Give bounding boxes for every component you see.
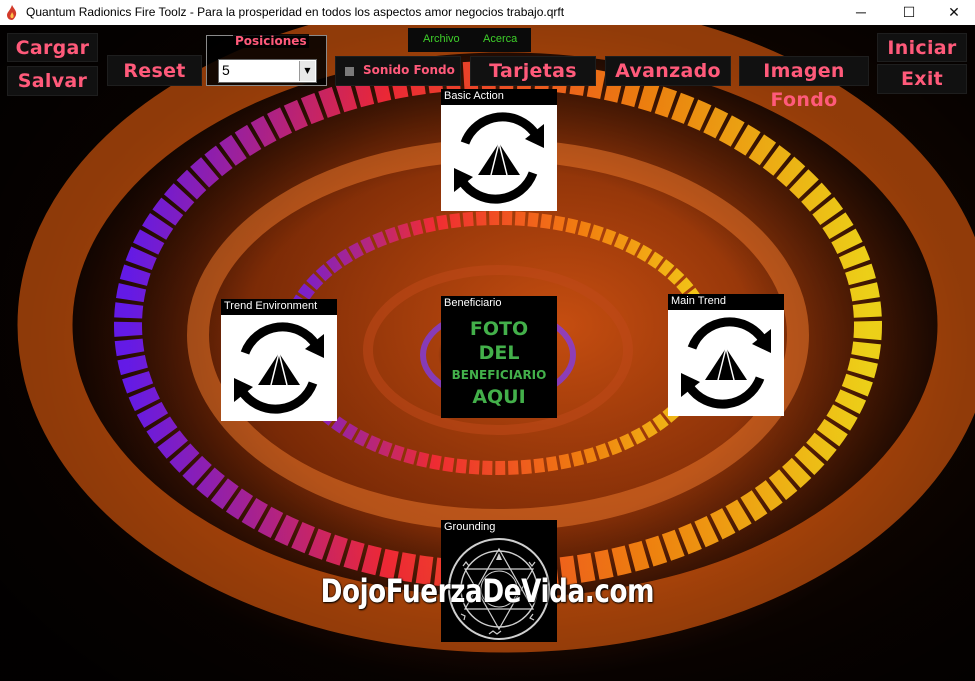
salvar-button[interactable]: Salvar xyxy=(7,66,98,96)
panel-main-trend[interactable]: Main Trend xyxy=(668,294,784,416)
watermark-label: DojoFuerzaDeVida.com xyxy=(320,572,655,610)
window-title: Quantum Radionics Fire Toolz - Para la p… xyxy=(26,5,565,19)
avanzado-button[interactable]: Avanzado xyxy=(605,56,731,86)
beneficiary-photo-placeholder[interactable]: FOTO DEL BENEFICIARIO AQUI xyxy=(441,312,557,418)
cycle-pyramid-icon[interactable] xyxy=(441,105,557,211)
app-flame-icon xyxy=(7,5,17,20)
menu-bar: Archivo Acerca xyxy=(408,28,531,52)
photo-text-line4: AQUI xyxy=(472,386,526,408)
menu-archivo[interactable]: Archivo xyxy=(423,33,460,45)
close-button[interactable]: ✕ xyxy=(931,0,975,25)
panel-basic-action[interactable]: Basic Action xyxy=(441,89,557,211)
panel-trend-environment[interactable]: Trend Environment xyxy=(221,299,337,421)
posiciones-group: Posiciones 5 ▼ xyxy=(206,34,327,86)
maximize-button[interactable]: ☐ xyxy=(886,0,932,25)
watermark-text: DojoFuerzaDeVida.com xyxy=(0,572,975,610)
photo-text-line3: BENEFICIARIO xyxy=(451,368,547,382)
posiciones-select[interactable]: 5 ▼ xyxy=(218,59,317,83)
sonido-fondo-toggle[interactable]: Sonido Fondo xyxy=(335,56,461,86)
panel-beneficiario[interactable]: Beneficiario FOTO DEL BENEFICIARIO AQUI xyxy=(441,296,557,418)
chevron-down-icon[interactable]: ▼ xyxy=(299,61,315,81)
minimize-button[interactable]: ─ xyxy=(838,0,884,25)
photo-text-line2: DEL xyxy=(478,342,520,364)
title-bar: Quantum Radionics Fire Toolz - Para la p… xyxy=(0,0,975,25)
cycle-pyramid-icon[interactable] xyxy=(668,310,784,416)
sonido-fondo-checkbox[interactable] xyxy=(345,67,354,76)
menu-acerca[interactable]: Acerca xyxy=(483,33,517,45)
iniciar-button[interactable]: Iniciar xyxy=(877,33,967,62)
panel-label: Main Trend xyxy=(668,294,784,310)
posiciones-label: Posiciones xyxy=(233,34,309,48)
cargar-button[interactable]: Cargar xyxy=(7,33,98,62)
panel-label: Trend Environment xyxy=(221,299,337,315)
posiciones-value: 5 xyxy=(222,62,230,78)
exit-button[interactable]: Exit xyxy=(877,64,967,94)
photo-text-line1: FOTO xyxy=(469,318,529,340)
reset-button[interactable]: Reset xyxy=(107,55,202,86)
panel-label: Basic Action xyxy=(441,89,557,105)
imagen-fondo-button[interactable]: Imagen Fondo xyxy=(739,56,869,111)
panel-label: Grounding xyxy=(441,520,557,536)
cycle-pyramid-icon[interactable] xyxy=(221,315,337,421)
panel-label: Beneficiario xyxy=(441,296,557,312)
sonido-fondo-label: Sonido Fondo xyxy=(363,63,455,77)
tarjetas-chi-button[interactable]: Tarjetas Chi xyxy=(470,56,596,111)
